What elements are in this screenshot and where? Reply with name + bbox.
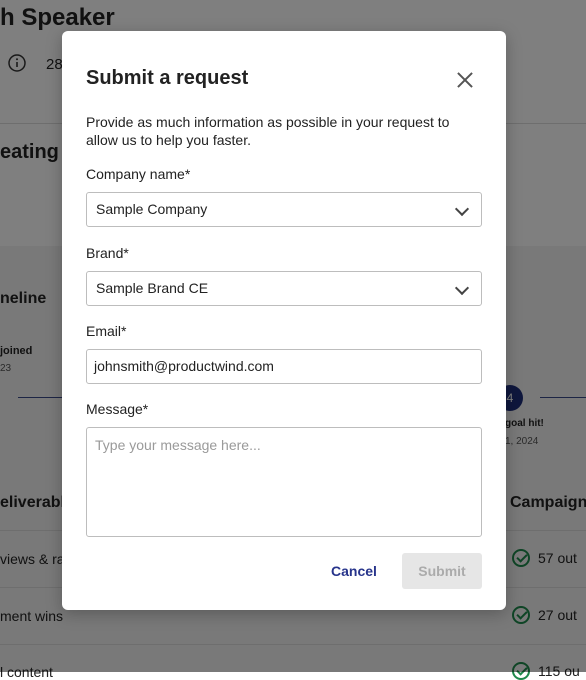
email-label: Email*	[86, 323, 127, 339]
message-label: Message*	[86, 401, 149, 417]
chevron-down-icon	[454, 280, 470, 296]
company-name-value: Sample Company	[96, 201, 208, 217]
submit-button[interactable]: Submit	[402, 553, 482, 589]
chevron-down-icon	[454, 201, 470, 217]
dialog-description: Provide as much information as possible …	[86, 114, 450, 148]
close-icon[interactable]	[454, 69, 476, 91]
brand-select[interactable]: Sample Brand CE	[86, 271, 482, 306]
message-textarea[interactable]: Type your message here...	[86, 427, 482, 537]
email-value: johnsmith@productwind.com	[94, 358, 274, 374]
brand-value: Sample Brand CE	[96, 280, 209, 296]
email-field[interactable]: johnsmith@productwind.com	[86, 349, 482, 384]
dialog-title: Submit a request	[86, 67, 249, 89]
submit-request-dialog: Submit a request Provide as much informa…	[62, 31, 506, 610]
company-name-label: Company name*	[86, 166, 191, 182]
cancel-button[interactable]: Cancel	[318, 553, 390, 589]
company-name-select[interactable]: Sample Company	[86, 192, 482, 227]
brand-label: Brand*	[86, 245, 129, 261]
message-placeholder: Type your message here...	[95, 437, 261, 453]
